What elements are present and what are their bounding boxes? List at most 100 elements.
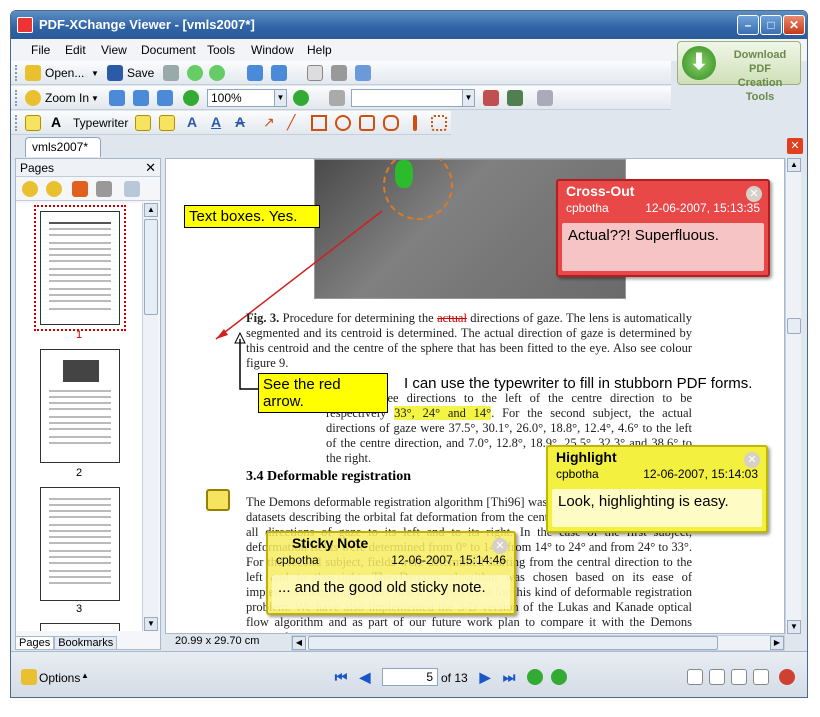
typewriter-button[interactable]: Typewriter — [73, 116, 128, 130]
page-thumbnail[interactable] — [34, 205, 126, 331]
email-icon[interactable] — [247, 65, 263, 81]
scroll-thumb[interactable] — [787, 318, 801, 334]
highlight-popup[interactable]: Highlight cpbotha 12-06-2007, 15:14:03 ✕ … — [546, 445, 768, 533]
underline-text-icon[interactable]: A — [211, 114, 221, 130]
popup-body[interactable]: ... and the good old sticky note. — [272, 575, 510, 609]
maximize-button[interactable]: □ — [760, 15, 782, 35]
strikeout-text-icon[interactable]: A — [235, 114, 245, 130]
zoom-in-button[interactable]: Zoom In — [45, 91, 89, 105]
crossed-out-word[interactable]: actual — [437, 311, 467, 325]
title-bar[interactable]: PDF-XChange Viewer - [vmls2007*] – □ ✕ — [11, 11, 807, 39]
scroll-down-icon[interactable]: ▼ — [787, 620, 801, 634]
zoom-out-icon[interactable] — [183, 90, 199, 106]
close-window-button[interactable]: ✕ — [783, 15, 805, 35]
save-icon[interactable] — [107, 65, 123, 81]
close-pages-panel-icon[interactable]: ✕ — [145, 160, 156, 176]
scroll-up-icon[interactable]: ▲ — [787, 158, 801, 172]
textbox-icon[interactable] — [135, 115, 151, 131]
forward-icon[interactable] — [209, 65, 225, 81]
thumb-zoom-in-icon[interactable] — [22, 181, 38, 197]
toolbar-grip[interactable] — [15, 90, 18, 106]
pencil-tool-icon[interactable] — [413, 115, 417, 131]
text-box-annotation[interactable]: Text boxes. Yes. — [184, 205, 320, 228]
page-properties-icon[interactable] — [124, 181, 140, 197]
zoom-in-icon[interactable] — [25, 90, 41, 106]
scroll-right-icon[interactable]: ▶ — [770, 636, 784, 650]
toolbar-grip[interactable] — [15, 65, 18, 81]
page-thumbnail[interactable] — [40, 487, 120, 601]
stop-icon[interactable] — [779, 669, 795, 685]
zoom-dropdown-icon[interactable]: ▼ — [91, 94, 99, 103]
zoom-combo[interactable]: 100% ▼ — [207, 89, 287, 107]
options-flag-icon[interactable] — [21, 669, 37, 685]
text-box-annotation-2[interactable]: See the red arrow. — [258, 373, 388, 413]
tab-bookmarks[interactable]: Bookmarks — [54, 636, 118, 650]
popup-body[interactable]: Actual??! Superfluous. — [562, 223, 764, 271]
sticky-note-icon[interactable] — [206, 489, 230, 511]
fit-width-icon[interactable] — [157, 90, 173, 106]
open-dropdown-icon[interactable]: ▼ — [91, 69, 99, 78]
snapshot-icon[interactable] — [331, 65, 347, 81]
back-icon[interactable] — [187, 65, 203, 81]
continuous-icon[interactable] — [709, 669, 725, 685]
open-button[interactable]: Open... — [45, 66, 84, 80]
close-document-button[interactable]: ✕ — [787, 138, 803, 154]
thumb-zoom-out-icon[interactable] — [46, 181, 62, 197]
scroll-down-icon[interactable]: ▼ — [144, 617, 158, 631]
highlighted-text[interactable]: 33°, 24° and 14° — [394, 406, 492, 420]
highlight-text-icon[interactable]: A — [187, 114, 197, 130]
close-popup-icon[interactable]: ✕ — [744, 452, 760, 468]
note-icon[interactable] — [25, 115, 41, 131]
zoom-plus-icon[interactable] — [293, 90, 309, 106]
save-button[interactable]: Save — [127, 66, 154, 80]
crossout-popup[interactable]: Cross-Out cpbotha 12-06-2007, 15:13:35 ✕ … — [556, 179, 770, 277]
previous-page-icon[interactable]: ◀ — [357, 669, 373, 685]
arrow-tool-icon[interactable]: ↗ — [263, 114, 275, 131]
facing-icon[interactable] — [731, 669, 747, 685]
menu-view[interactable]: View — [101, 43, 127, 57]
thumbnail-scrollbar[interactable]: ▲ ▼ — [142, 203, 158, 631]
actual-size-icon[interactable] — [109, 90, 125, 106]
options-arrow-icon[interactable]: ▲ — [81, 671, 89, 680]
options-button[interactable]: Options — [39, 671, 80, 685]
next-page-icon[interactable]: ▶ — [477, 669, 493, 685]
tab-pages[interactable]: Pages — [15, 636, 55, 650]
close-popup-icon[interactable]: ✕ — [746, 186, 762, 202]
callout-icon[interactable] — [159, 115, 175, 131]
menu-help[interactable]: Help — [307, 43, 332, 57]
close-popup-icon[interactable]: ✕ — [492, 538, 508, 554]
scroll-thumb[interactable] — [308, 636, 718, 650]
toolbar-grip[interactable] — [15, 115, 18, 131]
hand-tool-icon[interactable] — [307, 65, 323, 81]
search-combo-arrow-icon[interactable]: ▼ — [462, 90, 474, 106]
open-folder-icon[interactable] — [25, 65, 41, 81]
facing-continuous-icon[interactable] — [753, 669, 769, 685]
print-icon[interactable] — [163, 65, 179, 81]
line-tool-icon[interactable]: ╱ — [287, 114, 295, 131]
document-hscrollbar[interactable]: ◀ ▶ — [291, 635, 785, 651]
find-next-icon[interactable] — [507, 90, 523, 106]
page-number-input[interactable]: 5 — [382, 668, 438, 686]
document-view[interactable]: Fig. 3. Procedure for determining the ac… — [165, 158, 785, 634]
menu-edit[interactable]: Edit — [65, 43, 86, 57]
scroll-up-icon[interactable]: ▲ — [144, 203, 158, 217]
print-pages-icon[interactable] — [96, 181, 112, 197]
first-page-icon[interactable]: ⏮ — [333, 669, 349, 685]
nav-back-icon[interactable] — [527, 669, 543, 685]
select-image-icon[interactable] — [355, 65, 371, 81]
export-icon[interactable] — [271, 65, 287, 81]
minimize-button[interactable]: – — [737, 15, 759, 35]
app-icon[interactable] — [17, 17, 33, 33]
search-options-icon[interactable] — [537, 90, 553, 106]
polygon-tool-icon[interactable] — [359, 115, 375, 131]
page-thumbnail[interactable] — [40, 349, 120, 463]
popup-body[interactable]: Look, highlighting is easy. — [552, 489, 762, 527]
cloud-tool-icon[interactable] — [383, 115, 399, 131]
download-creation-tools-button[interactable]: ⬇ Download PDF Creation Tools — [677, 41, 801, 103]
menu-document[interactable]: Document — [141, 43, 196, 57]
area-tool-icon[interactable] — [431, 115, 447, 131]
oval-tool-icon[interactable] — [335, 115, 351, 131]
menu-window[interactable]: Window — [251, 43, 294, 57]
menu-file[interactable]: File — [31, 43, 50, 57]
zoom-combo-arrow-icon[interactable]: ▼ — [274, 90, 286, 106]
